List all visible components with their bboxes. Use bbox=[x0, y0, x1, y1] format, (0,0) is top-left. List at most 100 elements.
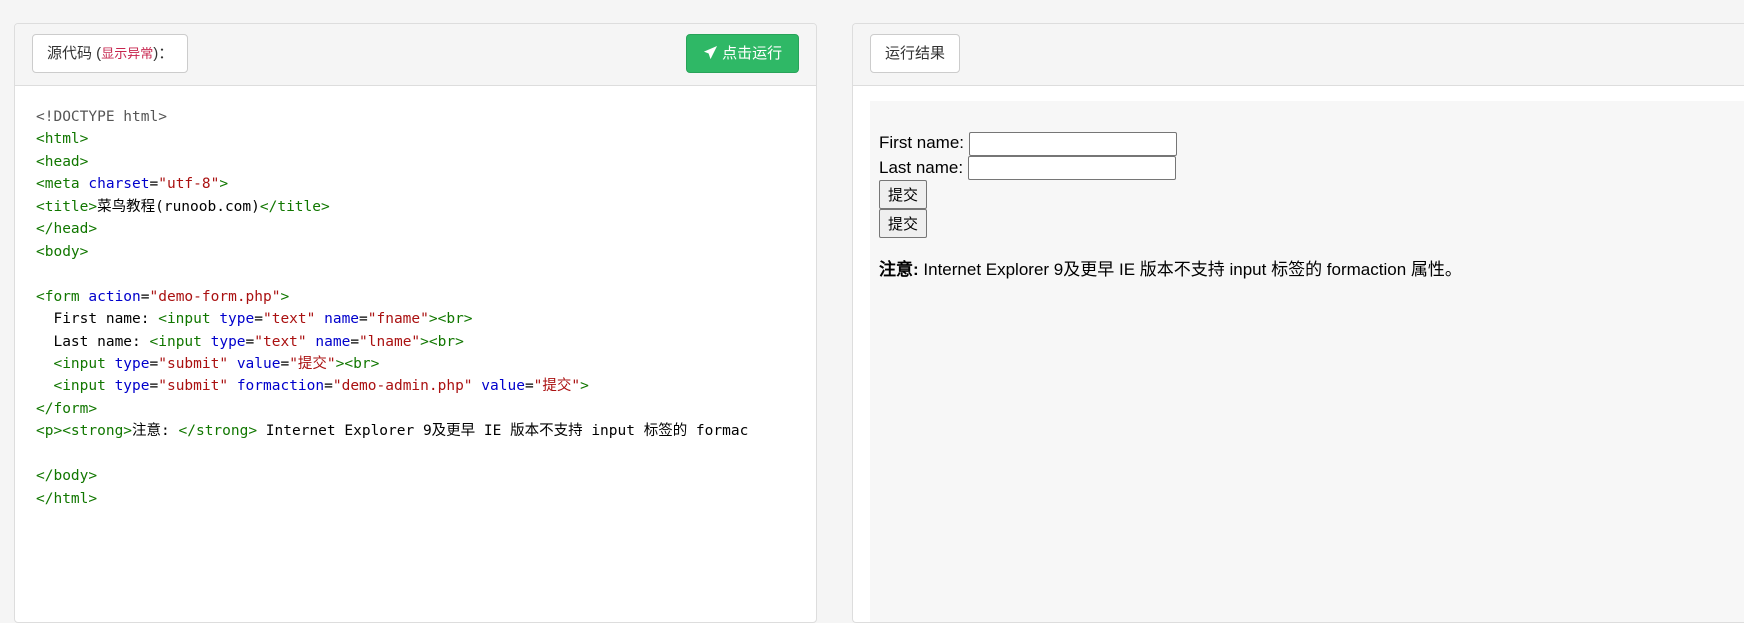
code-line: ​<meta charset="utf-8"> bbox=[36, 173, 795, 195]
code-token-tag: <body> bbox=[36, 243, 89, 260]
code-line: ​</form> bbox=[36, 398, 795, 420]
note-text: Internet Explorer 9及更早 IE 版本不支持 input 标签… bbox=[918, 260, 1462, 280]
code-token-tag: > bbox=[219, 176, 229, 193]
show-error-link[interactable]: 显示异常 bbox=[101, 46, 153, 61]
code-token-tag: </form> bbox=[36, 400, 98, 417]
code-token-text: = bbox=[149, 176, 159, 193]
code-token-tag: </title> bbox=[259, 198, 330, 215]
code-token-text: Last name: bbox=[36, 333, 150, 350]
code-token-attr: type bbox=[210, 333, 246, 350]
result-panel: 运行结果 First name: Last name: 提交 提交 注意: In… bbox=[852, 23, 1744, 623]
code-line: ​<!DOCTYPE html> bbox=[36, 106, 795, 128]
colon: ： bbox=[158, 45, 174, 62]
code-token-attr: formaction bbox=[236, 378, 325, 395]
code-token-text: = bbox=[140, 288, 150, 305]
code-line: ​<form action="demo-form.php"> bbox=[36, 286, 795, 308]
code-token-tag: <input bbox=[53, 355, 115, 372]
note-paragraph: 注意: Internet Explorer 9及更早 IE 版本不支持 inpu… bbox=[879, 258, 1743, 282]
code-line: ​ <input type="submit" value="提交"><br> bbox=[36, 353, 795, 375]
code-token-text: = bbox=[149, 378, 159, 395]
code-token-tag: <input bbox=[53, 378, 115, 395]
code-line: ​ bbox=[36, 263, 795, 285]
code-token-tag: </html> bbox=[36, 490, 98, 507]
code-token-tag: </strong> bbox=[178, 423, 258, 440]
submit-formaction-button[interactable]: 提交 bbox=[879, 209, 928, 239]
run-button[interactable]: 点击运行 bbox=[686, 34, 799, 73]
code-token-tag: ><br> bbox=[428, 311, 473, 328]
code-token-text: 菜鸟教程(runoob.com) bbox=[97, 198, 260, 215]
code-token-val: "submit" bbox=[158, 355, 229, 372]
code-token-tag: <title> bbox=[36, 198, 98, 215]
code-token-attr: charset bbox=[88, 176, 150, 193]
code-token-tag: <p><strong> bbox=[36, 423, 133, 440]
code-line: ​</html> bbox=[36, 488, 795, 510]
code-editor[interactable]: ​<!DOCTYPE html>​<html>​<head>​<meta cha… bbox=[15, 86, 816, 530]
paper-plane-icon bbox=[703, 45, 717, 60]
code-line: ​</head> bbox=[36, 218, 795, 240]
code-token-text: = bbox=[350, 333, 360, 350]
code-token-doc: <!DOCTYPE html> bbox=[36, 109, 167, 125]
result-frame: First name: Last name: 提交 提交 注意: Interne… bbox=[870, 101, 1744, 622]
code-token-tag: > bbox=[580, 378, 589, 395]
code-token-tag: </head> bbox=[36, 221, 98, 238]
submit-button[interactable]: 提交 bbox=[879, 180, 928, 210]
code-token-attr: action bbox=[88, 288, 141, 305]
last-name-label: Last name: bbox=[879, 157, 964, 177]
code-token-tag: <input bbox=[158, 311, 220, 328]
code-token-val: "demo-admin.php" bbox=[332, 378, 473, 395]
code-line: ​<head> bbox=[36, 151, 795, 173]
source-code-panel: 源代码 (显示异常)： 点击运行 ​<!DOCTYPE html>​<html>… bbox=[14, 23, 817, 623]
code-line: ​ First name: <input type="text" name="f… bbox=[36, 308, 795, 330]
first-name-label: First name: bbox=[879, 133, 965, 152]
code-token-tag: <form bbox=[36, 288, 89, 305]
source-panel-header: 源代码 (显示异常)： 点击运行 bbox=[15, 24, 816, 86]
code-line: ​<p><strong>注意: </strong> Internet Explo… bbox=[36, 420, 795, 442]
note-strong: 注意: bbox=[879, 260, 919, 280]
code-token-val: "lname" bbox=[359, 333, 421, 350]
run-button-label: 点击运行 bbox=[722, 45, 783, 62]
code-token-text: = bbox=[254, 311, 263, 328]
code-line: ​<title>菜鸟教程(runoob.com)</title> bbox=[36, 196, 795, 218]
code-line: ​<html> bbox=[36, 128, 795, 150]
code-token-attr: type bbox=[219, 311, 255, 328]
code-token-text: = bbox=[324, 378, 333, 395]
code-token-val: "text" bbox=[254, 333, 307, 350]
source-label-text: 源代码 bbox=[47, 45, 93, 62]
code-token-text: 注意: bbox=[132, 423, 179, 440]
code-token-val: "text" bbox=[262, 311, 316, 328]
code-line: ​ Last name: <input type="text" name="ln… bbox=[36, 331, 795, 353]
code-token-val: "utf-8" bbox=[158, 176, 220, 193]
code-line: ​ bbox=[36, 443, 795, 465]
code-token-val: "submit" bbox=[158, 378, 229, 395]
code-line: ​ <input type="submit" formaction="demo-… bbox=[36, 375, 795, 397]
source-code-label: 源代码 (显示异常)： bbox=[32, 34, 189, 73]
code-token-val: "提交" bbox=[289, 355, 336, 372]
code-token-attr: type bbox=[114, 378, 150, 395]
first-name-input[interactable] bbox=[968, 131, 1177, 156]
code-token-attr: name bbox=[315, 333, 351, 350]
code-token-text: = bbox=[149, 355, 159, 372]
code-token-text: First name: bbox=[36, 311, 159, 328]
code-line: ​<body> bbox=[36, 241, 795, 263]
code-token-tag: > bbox=[280, 288, 290, 305]
code-token-val: "fname" bbox=[367, 311, 429, 328]
code-token-text: = bbox=[359, 311, 368, 328]
code-token-val: "demo-form.php" bbox=[149, 288, 281, 305]
last-name-input[interactable] bbox=[967, 156, 1176, 181]
code-token-text: = bbox=[524, 378, 534, 395]
code-token-attr: value bbox=[481, 378, 525, 395]
result-label: 运行结果 bbox=[870, 34, 961, 73]
code-token-text: = bbox=[245, 333, 255, 350]
code-line: ​</body> bbox=[36, 465, 795, 487]
code-token-tag: <head> bbox=[36, 153, 89, 170]
code-token-tag: </body> bbox=[36, 468, 98, 485]
code-token-tag: <input bbox=[149, 333, 211, 350]
code-token-text: = bbox=[280, 355, 290, 372]
code-token-attr: value bbox=[236, 355, 281, 372]
